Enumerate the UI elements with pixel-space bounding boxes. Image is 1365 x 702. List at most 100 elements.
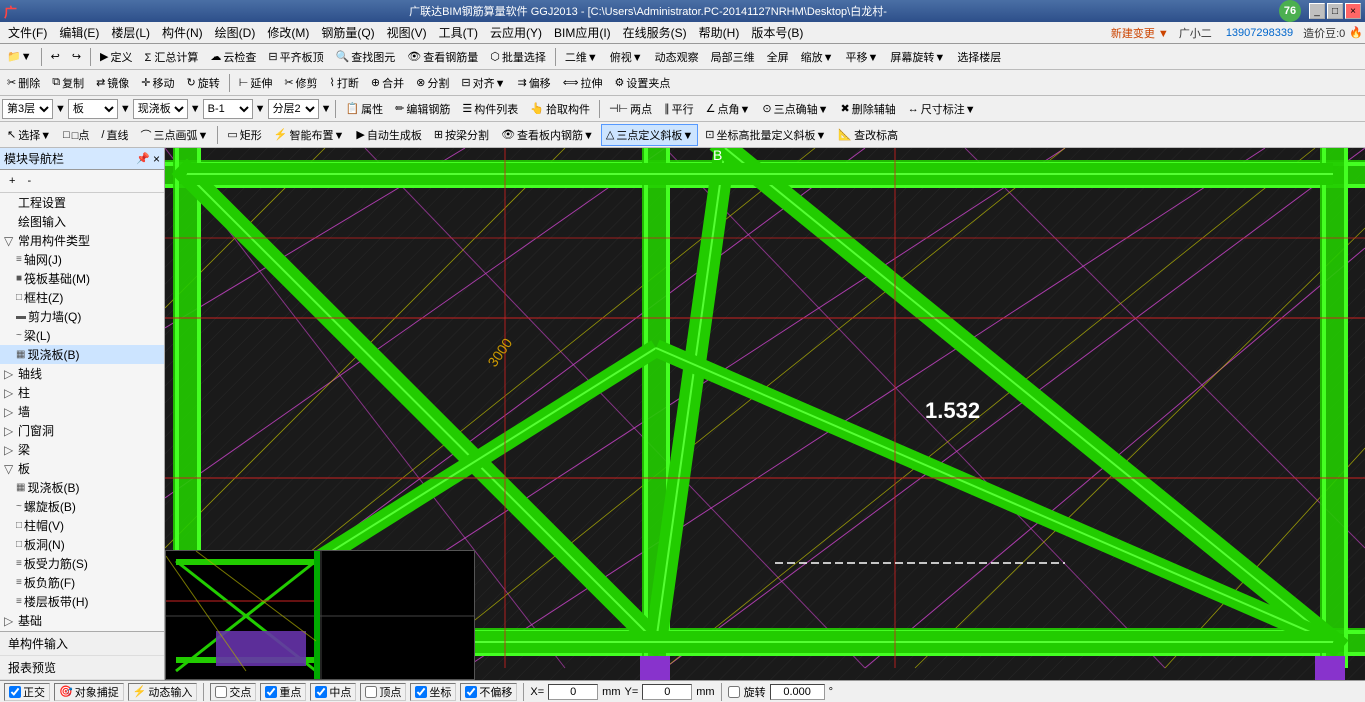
tree-board-stress[interactable]: ≡ 板受力筋(S)	[0, 554, 164, 573]
tb-dynamic-view-btn[interactable]: 动态观察	[650, 46, 704, 68]
tree-slab[interactable]: ▦ 现浇板(B)	[0, 345, 164, 364]
status-snap[interactable]: 🎯 对象捕捉	[54, 683, 124, 701]
tb-top-view-btn[interactable]: 俯视▼	[605, 46, 648, 68]
tb-2d-btn[interactable]: 二维▼	[560, 46, 603, 68]
tb-delete-btn[interactable]: ✂ 删除	[2, 72, 45, 94]
rotate-checkbox[interactable]	[728, 686, 740, 698]
tb-offset-btn[interactable]: ⇉ 偏移	[512, 72, 555, 94]
tb-clamp-btn[interactable]: ⚙ 设置夹点	[609, 72, 675, 94]
status-coord[interactable]: 坐标	[410, 683, 456, 701]
tb-trim-btn[interactable]: ✂ 修剪	[279, 72, 322, 94]
tb-calc-btn[interactable]: Σ 汇总计算	[140, 46, 204, 68]
tree-shearwall[interactable]: ▬ 剪力墙(Q)	[0, 307, 164, 326]
menu-file[interactable]: 文件(F)	[2, 22, 53, 43]
menu-online[interactable]: 在线服务(S)	[617, 22, 693, 43]
vertex-checkbox[interactable]	[365, 686, 377, 698]
menu-rebar[interactable]: 钢筋量(Q)	[315, 22, 380, 43]
tb-align-btn[interactable]: ⊟ 对齐▼	[456, 72, 510, 94]
status-vertex[interactable]: 顶点	[360, 683, 406, 701]
tree-col[interactable]: ▷ 柱	[0, 383, 164, 402]
tree-spiral-b[interactable]: ~ 螺旋板(B)	[0, 497, 164, 516]
tb-dim-btn[interactable]: ↔ 尺寸标注▼	[903, 98, 981, 120]
tb-split-beam-btn[interactable]: ⊞ 按梁分割	[429, 124, 494, 146]
status-midpoint[interactable]: 重点	[260, 683, 306, 701]
status-dynamic[interactable]: ⚡ 动态输入	[128, 683, 198, 701]
tb-rect-btn[interactable]: ▭ 矩形	[222, 124, 266, 146]
sidebar-pin-icon[interactable]: 📌	[136, 152, 150, 166]
menu-component[interactable]: 构件(N)	[156, 22, 209, 43]
tb-check-height-btn[interactable]: 📐 查改标高	[833, 124, 903, 146]
tree-drawing-input[interactable]: 绘图输入	[0, 212, 164, 231]
tb-screen-rotate-btn[interactable]: 屏幕旋转▼	[885, 46, 950, 68]
status-no-offset[interactable]: 不偏移	[460, 683, 517, 701]
menu-version[interactable]: 版本号(B)	[745, 22, 809, 43]
menu-tools[interactable]: 工具(T)	[433, 22, 484, 43]
floor-select[interactable]: 第3层	[2, 99, 53, 119]
report-preview-btn[interactable]: 报表预览	[0, 656, 164, 680]
status-intersection[interactable]: 交点	[210, 683, 256, 701]
tb-file-btn[interactable]: 📁▼	[2, 47, 37, 66]
tb-move-btn[interactable]: ✛ 移动	[136, 72, 179, 94]
tb-line-btn[interactable]: / 直线	[96, 124, 133, 146]
tb-find-btn[interactable]: 🔍 查找图元	[331, 46, 401, 68]
tree-column[interactable]: □ 框柱(Z)	[0, 288, 164, 307]
tree-common-types[interactable]: ▽ 常用构件类型	[0, 231, 164, 250]
tb-local-3d-btn[interactable]: 局部三维	[706, 46, 760, 68]
tb-cloud-check-btn[interactable]: ☁ 云检查	[205, 46, 261, 68]
tb-stretch-btn[interactable]: ⟺ 拉伸	[558, 72, 608, 94]
sidebar-add-btn[interactable]: +	[4, 172, 20, 190]
tb-pan-btn[interactable]: 平移▼	[841, 46, 884, 68]
maximize-button[interactable]: □	[1327, 3, 1343, 19]
sidebar-remove-btn[interactable]: -	[22, 172, 36, 190]
tree-board-gap[interactable]: □ 板洞(N)	[0, 535, 164, 554]
no-offset-checkbox[interactable]	[465, 686, 477, 698]
material-select[interactable]: 现浇板	[133, 99, 188, 119]
tb-point-btn[interactable]: □ □点	[58, 124, 94, 146]
tb-mirror-btn[interactable]: ⇄ 镜像	[91, 72, 134, 94]
tb-comp-list-btn[interactable]: ☰ 构件列表	[457, 98, 523, 120]
close-button[interactable]: ×	[1345, 3, 1361, 19]
y-input[interactable]	[642, 684, 692, 700]
menu-cloud[interactable]: 云应用(Y)	[484, 22, 548, 43]
tb-auto-gen-btn[interactable]: ▶ 自动生成板	[351, 124, 426, 146]
tb-view-rebar-btn[interactable]: 👁 查看钢筋量	[402, 46, 483, 68]
tree-axis[interactable]: ≡ 轴网(J)	[0, 250, 164, 269]
tree-beam[interactable]: ~ 梁(L)	[0, 326, 164, 345]
tb-smart-btn[interactable]: ⚡ 智能布置▼	[269, 124, 350, 146]
tb-view-slab-rebar-btn[interactable]: 👁 查看板内钢筋▼	[496, 124, 599, 146]
tree-project-settings[interactable]: 工程设置	[0, 193, 164, 212]
tb-arc-btn[interactable]: ⌒ 三点画弧▼	[135, 124, 213, 146]
rotate-input[interactable]	[770, 684, 825, 700]
tree-foundation2[interactable]: ▷ 基础	[0, 611, 164, 630]
tb-define-slope-btn[interactable]: △ 三点定义斜板▼	[601, 124, 698, 146]
tree-slab-b[interactable]: ▦ 现浇板(B)	[0, 478, 164, 497]
tb-props-btn[interactable]: 📋 属性	[340, 98, 388, 120]
tb-batch-btn[interactable]: ⬡ 批量选择	[485, 46, 551, 68]
center-checkbox[interactable]	[315, 686, 327, 698]
tb-undo-btn[interactable]: ↩	[46, 47, 65, 66]
tb-copy-btn[interactable]: ⧉ 复制	[47, 72, 89, 94]
tree-doorwindow[interactable]: ▷ 门窗洞	[0, 421, 164, 440]
tree-wall[interactable]: ▷ 墙	[0, 402, 164, 421]
status-center[interactable]: 中点	[310, 683, 356, 701]
tree-gridline[interactable]: ▷ 轴线	[0, 364, 164, 383]
tree-liang[interactable]: ▷ 梁	[0, 440, 164, 459]
minimize-button[interactable]: _	[1309, 3, 1325, 19]
tb-extend-btn[interactable]: ⊢ 延伸	[234, 72, 278, 94]
tb-break-btn[interactable]: ⌇ 打断	[325, 72, 364, 94]
tb-parallel-btn[interactable]: ∥ 平行	[659, 98, 699, 120]
tb-fullscreen-btn[interactable]: 全屏	[762, 46, 794, 68]
canvas-area[interactable]: 3000 1.532 .690 .690 B A 1 1 2	[165, 148, 1365, 680]
menu-view[interactable]: 视图(V)	[381, 22, 433, 43]
coord-checkbox[interactable]	[415, 686, 427, 698]
tb-edit-rebar-btn[interactable]: ✏ 编辑钢筋	[390, 98, 455, 120]
tb-merge-btn[interactable]: ⊕ 合并	[366, 72, 409, 94]
tb-three-axis-btn[interactable]: ⊙ 三点确轴▼	[757, 98, 833, 120]
tree-foundation[interactable]: ■ 筏板基础(M)	[0, 269, 164, 288]
tree-pillar-cap[interactable]: □ 柱帽(V)	[0, 516, 164, 535]
tree-ban[interactable]: ▽ 板	[0, 459, 164, 478]
layer-select[interactable]: 分层2	[268, 99, 319, 119]
type-select[interactable]: 板	[68, 99, 118, 119]
menu-floor[interactable]: 楼层(L)	[105, 22, 156, 43]
orthogonal-checkbox[interactable]	[9, 686, 21, 698]
